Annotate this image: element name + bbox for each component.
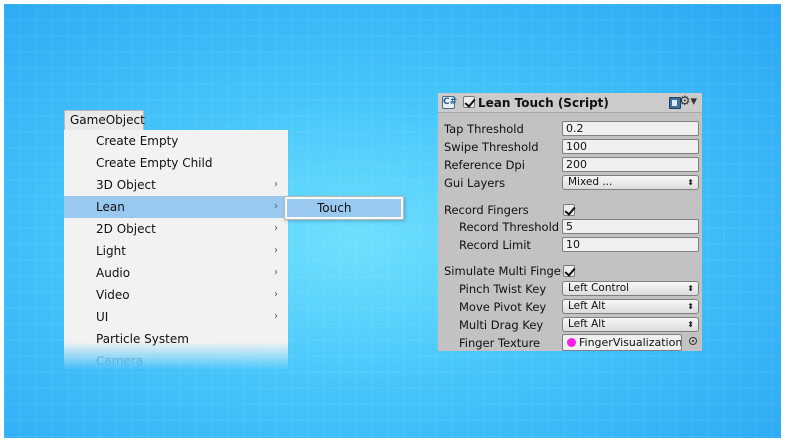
object-picker-icon[interactable] — [689, 337, 697, 345]
dropdown-arrows-icon: ⬍ — [687, 302, 694, 311]
row-tap-threshold: Tap Threshold 0.2 — [438, 120, 702, 138]
pinch-twist-key-dropdown[interactable]: Left Control ⬍ — [562, 281, 699, 296]
menu-item-camera[interactable]: Camera — [64, 350, 288, 372]
dropdown-value: Left Control — [568, 282, 630, 294]
menu-item-particle-system[interactable]: Particle System — [64, 328, 288, 350]
chevron-right-icon: › — [274, 311, 278, 322]
chevron-right-icon: › — [274, 267, 278, 278]
dropdown-value: Mixed ... — [568, 176, 613, 188]
row-finger-texture: Finger Texture FingerVisualization — [438, 334, 702, 352]
menu-item-label: Particle System — [96, 332, 189, 346]
menu-item-ui[interactable]: UI › — [64, 306, 288, 328]
menu-item-2d-object[interactable]: 2D Object › — [64, 218, 288, 240]
lean-touch-inspector: C# Lean Touch (Script) ⚙▾ Tap Threshold … — [438, 93, 702, 351]
dropdown-arrows-icon: ⬍ — [687, 284, 694, 293]
menu-item-create-empty-child[interactable]: Create Empty Child — [64, 152, 288, 174]
dropdown-value: Left Alt — [568, 318, 606, 330]
row-gui-layers: Gui Layers Mixed ... ⬍ — [438, 174, 702, 192]
menu-item-label: 3D Object — [96, 178, 156, 192]
chevron-right-icon: › — [274, 223, 278, 234]
row-swipe-threshold: Swipe Threshold 100 — [438, 138, 702, 156]
menu-item-lean[interactable]: Lean › — [64, 196, 288, 218]
gameobject-menu: Create Empty Create Empty Child 3D Objec… — [64, 130, 288, 370]
dropdown-arrows-icon: ⬍ — [687, 178, 694, 187]
swipe-threshold-field[interactable]: 100 — [562, 139, 699, 154]
move-pivot-key-dropdown[interactable]: Left Alt ⬍ — [562, 299, 699, 314]
component-title: Lean Touch (Script) — [478, 96, 609, 110]
row-multi-drag-key: Multi Drag Key Left Alt ⬍ — [438, 316, 702, 334]
field-label: Gui Layers — [444, 176, 506, 190]
menu-item-label: Create Empty Child — [96, 156, 213, 170]
row-pinch-twist-key: Pinch Twist Key Left Control ⬍ — [438, 280, 702, 298]
field-label: Swipe Threshold — [444, 140, 539, 154]
menu-item-label: UI — [96, 310, 109, 324]
menu-item-label: Lean — [96, 200, 125, 214]
record-limit-field[interactable]: 10 — [562, 237, 699, 252]
menu-item-3d-object[interactable]: 3D Object › — [64, 174, 288, 196]
menu-item-label: 2D Object — [96, 222, 156, 236]
tap-threshold-field[interactable]: 0.2 — [562, 121, 699, 136]
menu-item-light[interactable]: Light › — [64, 240, 288, 262]
menu-item-label: Video — [96, 288, 130, 302]
gui-layers-dropdown[interactable]: Mixed ... ⬍ — [562, 175, 699, 190]
field-label: Move Pivot Key — [459, 300, 547, 314]
field-label: Simulate Multi Fingers — [444, 264, 562, 278]
simulate-multi-fingers-checkbox[interactable] — [563, 265, 575, 277]
gameobject-menu-header[interactable]: GameObject — [64, 110, 145, 131]
menu-item-label: Audio — [96, 266, 131, 280]
menu-item-create-empty[interactable]: Create Empty — [64, 130, 288, 152]
texture-name: FingerVisualization — [579, 336, 682, 349]
row-record-fingers: Record Fingers — [438, 201, 702, 219]
row-record-threshold: Record Threshold 5 — [438, 218, 702, 236]
field-label: Finger Texture — [459, 336, 541, 350]
menu-item-label: Light — [96, 244, 126, 258]
field-label: Record Fingers — [444, 203, 529, 217]
menu-item-label: Camera — [96, 354, 144, 368]
component-enabled-checkbox[interactable] — [463, 96, 475, 108]
menu-item-audio[interactable]: Audio › — [64, 262, 288, 284]
menu-item-video[interactable]: Video › — [64, 284, 288, 306]
row-record-limit: Record Limit 10 — [438, 236, 702, 254]
record-threshold-field[interactable]: 5 — [562, 219, 699, 234]
field-label: Pinch Twist Key — [459, 282, 547, 296]
gear-icon[interactable]: ⚙▾ — [679, 95, 697, 109]
record-fingers-checkbox[interactable] — [563, 204, 575, 216]
submenu-item-touch[interactable]: Touch — [286, 198, 402, 218]
field-label: Multi Drag Key — [459, 318, 544, 332]
menu-item-label: Create Empty — [96, 134, 179, 148]
field-label: Tap Threshold — [444, 122, 524, 136]
csharp-script-icon: C# — [442, 96, 458, 109]
dropdown-value: Left Alt — [568, 300, 606, 312]
chevron-right-icon: › — [274, 289, 278, 300]
row-move-pivot-key: Move Pivot Key Left Alt ⬍ — [438, 298, 702, 316]
row-reference-dpi: Reference Dpi 200 — [438, 156, 702, 174]
field-label: Record Threshold — [459, 220, 560, 234]
lean-submenu: Touch — [284, 196, 404, 220]
component-header: C# Lean Touch (Script) ⚙▾ — [438, 93, 702, 113]
reference-dpi-field[interactable]: 200 — [562, 157, 699, 172]
multi-drag-key-dropdown[interactable]: Left Alt ⬍ — [562, 317, 699, 332]
finger-texture-field[interactable]: FingerVisualization — [562, 334, 682, 351]
chevron-right-icon: › — [274, 179, 278, 190]
row-simulate-multi-fingers: Simulate Multi Fingers — [438, 262, 702, 280]
chevron-right-icon: › — [274, 201, 278, 212]
chevron-right-icon: › — [274, 245, 278, 256]
texture-icon — [567, 338, 576, 347]
field-label: Record Limit — [459, 238, 531, 252]
dropdown-arrows-icon: ⬍ — [687, 320, 694, 329]
field-label: Reference Dpi — [444, 158, 525, 172]
